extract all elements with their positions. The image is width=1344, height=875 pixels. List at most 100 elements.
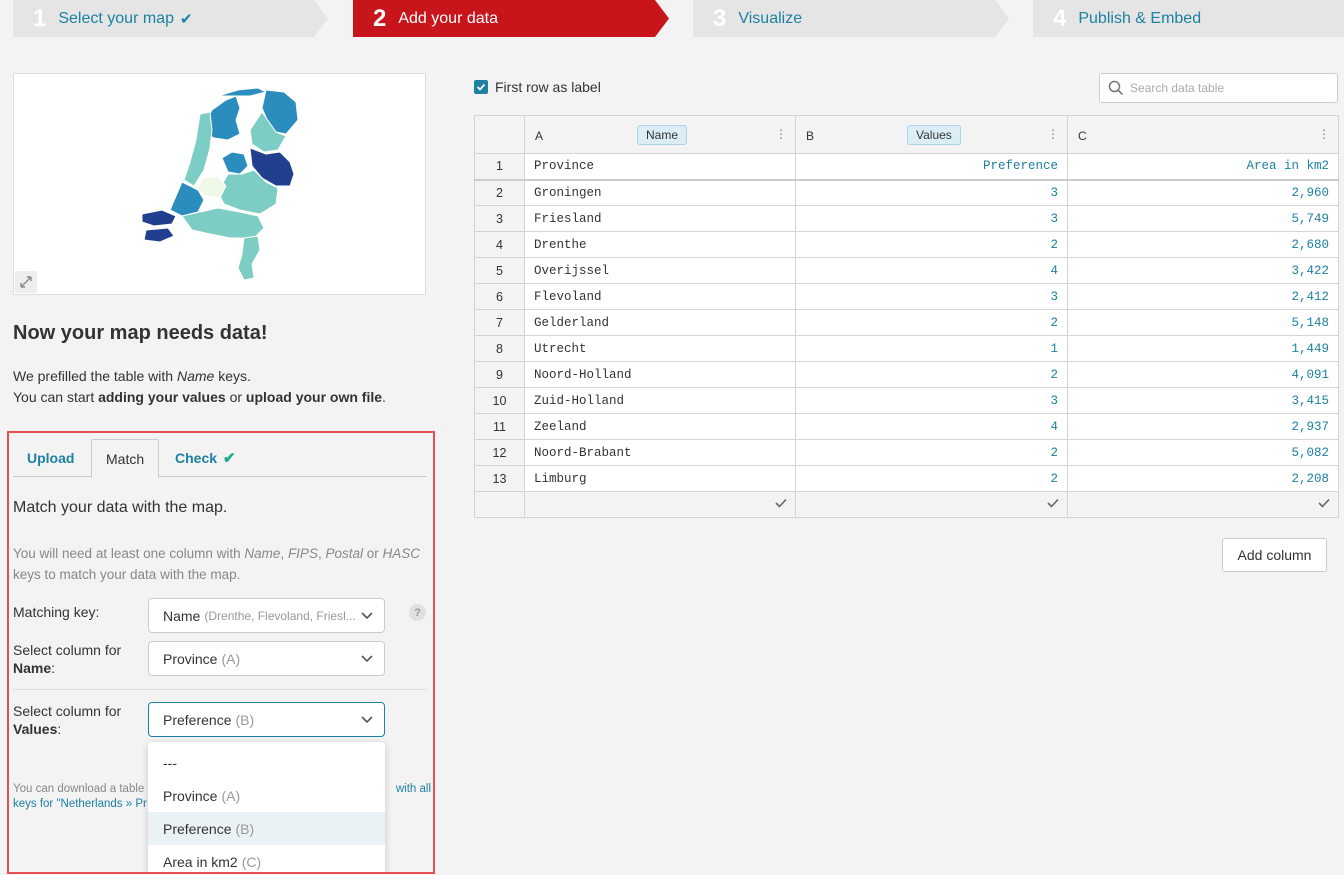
region-zeeland [141, 209, 177, 243]
table-cell[interactable]: 2 [795, 231, 1068, 258]
region-utrecht [197, 175, 227, 199]
first-row-toggle[interactable]: First row as label [474, 79, 601, 95]
tab-upload[interactable]: Upload [13, 439, 88, 477]
table-cell[interactable]: 3 [795, 283, 1068, 310]
row-number: 3 [474, 205, 525, 232]
table-cell[interactable]: 2 [795, 439, 1068, 466]
row-number: 7 [474, 309, 525, 336]
values-column-select[interactable]: Preference (B) [148, 702, 385, 737]
table-cell[interactable]: 2 [795, 309, 1068, 336]
table-cell[interactable]: Friesland [524, 205, 796, 232]
table-footer-row [474, 491, 1339, 518]
table-cell[interactable]: 4 [795, 413, 1068, 440]
first-row-label: First row as label [495, 79, 601, 95]
checkmark-icon [1318, 498, 1330, 508]
table-cell[interactable]: 3,422 [1067, 257, 1339, 284]
table-row: 9 Noord-Holland 2 4,091 [474, 361, 1339, 388]
add-column-button[interactable]: Add column [1222, 538, 1327, 572]
table-cell[interactable]: 2 [795, 465, 1068, 492]
netherlands-map [141, 87, 299, 281]
dropdown-option[interactable]: Area in km2 (C) [148, 845, 385, 872]
checkmark-icon: ✔ [223, 450, 236, 467]
step-publish[interactable]: 4 Publish & Embed [1033, 0, 1344, 37]
matching-key-select[interactable]: Name (Drenthe, Flevoland, Friesl... [148, 598, 385, 633]
table-cell[interactable]: Gelderland [524, 309, 796, 336]
column-header-b[interactable]: B Values ⋮ [795, 115, 1068, 154]
kebab-menu-icon[interactable]: ⋮ [775, 128, 787, 140]
kebab-menu-icon[interactable]: ⋮ [1318, 128, 1330, 140]
column-tag: Values [907, 125, 961, 145]
download-link[interactable]: with all [396, 782, 431, 797]
row-number: 2 [474, 179, 525, 206]
name-column-label: Select column for Name: [13, 642, 122, 676]
table-cell[interactable]: 3 [795, 387, 1068, 414]
table-cell[interactable]: Zeeland [524, 413, 796, 440]
column-header-a[interactable]: A Name ⋮ [524, 115, 796, 154]
step-number: 1 [33, 4, 47, 32]
tab-check[interactable]: Check ✔ [161, 439, 250, 477]
table-cell[interactable]: 2,680 [1067, 231, 1339, 258]
help-icon[interactable]: ? [409, 604, 426, 621]
expand-icon[interactable] [15, 271, 37, 293]
table-cell[interactable]: 3 [795, 205, 1068, 232]
page-headline: Now your map needs data! [13, 322, 268, 344]
table-cell[interactable]: 2,960 [1067, 179, 1339, 206]
row-number: 13 [474, 465, 525, 492]
table-cell[interactable]: 3 [795, 179, 1068, 206]
table-cell[interactable]: 1,449 [1067, 335, 1339, 362]
dropdown-option[interactable]: Preference (B) [148, 812, 385, 845]
row-number: 5 [474, 257, 525, 284]
values-column-dropdown: --- Province (A) Preference (B) Area in km… [148, 742, 385, 872]
table-cell[interactable]: Preference [795, 153, 1068, 181]
table-cell[interactable]: Noord-Brabant [524, 439, 796, 466]
table-cell[interactable]: 2,412 [1067, 283, 1339, 310]
table-row: 6 Flevoland 3 2,412 [474, 283, 1339, 310]
search-box[interactable] [1099, 73, 1338, 103]
table-cell[interactable]: Area in km2 [1067, 153, 1339, 181]
table-cell[interactable]: 5,082 [1067, 439, 1339, 466]
table-cell[interactable]: 5,148 [1067, 309, 1339, 336]
divider [13, 689, 427, 690]
table-cell[interactable]: 1 [795, 335, 1068, 362]
region-wadden [217, 87, 267, 97]
table-row: 5 Overijssel 4 3,422 [474, 257, 1339, 284]
chevron-down-icon [361, 655, 373, 663]
table-cell[interactable]: Limburg [524, 465, 796, 492]
step-visualize[interactable]: 3 Visualize [693, 0, 1009, 37]
table-cell[interactable]: 3,415 [1067, 387, 1339, 414]
row-number: 12 [474, 439, 525, 466]
step-select-map[interactable]: 1 Select your map ✔ [13, 0, 328, 37]
row-number: 6 [474, 283, 525, 310]
table-cell[interactable]: 4,091 [1067, 361, 1339, 388]
table-cell[interactable]: Utrecht [524, 335, 796, 362]
kebab-menu-icon[interactable]: ⋮ [1047, 128, 1059, 140]
table-cell[interactable]: Groningen [524, 179, 796, 206]
table-cell[interactable]: 2,208 [1067, 465, 1339, 492]
table-cell[interactable]: 5,749 [1067, 205, 1339, 232]
table-cell[interactable]: 4 [795, 257, 1068, 284]
dropdown-option[interactable]: --- [148, 746, 385, 779]
intro-text: We prefilled the table with Name keys. Y… [13, 368, 386, 405]
checkbox-checked-icon[interactable] [474, 80, 488, 94]
map-preview [13, 73, 426, 295]
column-header-c[interactable]: C ⋮ [1067, 115, 1339, 154]
table-cell[interactable]: Zuid-Holland [524, 387, 796, 414]
data-table: A Name ⋮ B Values ⋮ C ⋮ 1 Province Prefe… [474, 115, 1339, 518]
table-cell[interactable]: Province [524, 153, 796, 181]
tab-match[interactable]: Match [91, 439, 160, 478]
table-row: 13 Limburg 2 2,208 [474, 465, 1339, 492]
table-cell[interactable]: Drenthe [524, 231, 796, 258]
row-number: 10 [474, 387, 525, 414]
name-column-select[interactable]: Province (A) [148, 641, 385, 676]
table-cell[interactable]: Flevoland [524, 283, 796, 310]
chevron-down-icon [361, 612, 373, 620]
table-corner[interactable] [474, 115, 525, 154]
table-cell[interactable]: 2 [795, 361, 1068, 388]
table-cell[interactable]: 2,937 [1067, 413, 1339, 440]
step-add-data[interactable]: 2 Add your data [353, 0, 669, 37]
table-cell[interactable]: Overijssel [524, 257, 796, 284]
table-row: 2 Groningen 3 2,960 [474, 179, 1339, 206]
table-cell[interactable]: Noord-Holland [524, 361, 796, 388]
dropdown-option[interactable]: Province (A) [148, 779, 385, 812]
search-input[interactable] [1130, 81, 1320, 95]
